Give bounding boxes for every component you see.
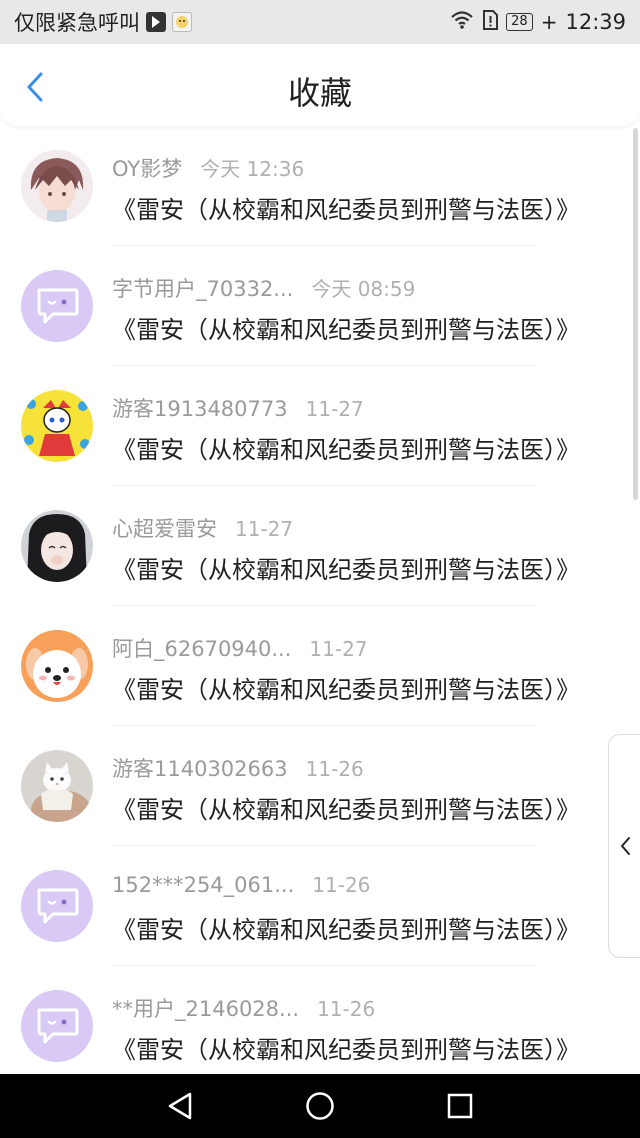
favorites-list[interactable]: OY影梦 今天 12:36 《雷安（从校霸和风纪委员到刑警与法医）》 字节用户_7…: [0, 126, 640, 1074]
story-excerpt[interactable]: 《雷安（从校霸和风纪委员到刑警与法医）》: [112, 670, 604, 705]
timestamp: 11-27: [235, 517, 294, 541]
username[interactable]: 阿白_62670940...: [112, 637, 291, 661]
story-excerpt[interactable]: 《雷安（从校霸和风纪委员到刑警与法医）》: [112, 1030, 604, 1065]
anime-boy-avatar[interactable]: [21, 150, 93, 222]
list-item[interactable]: 阿白_62670940... 11-27 《雷安（从校霸和风纪委员到刑警与法医）》: [0, 606, 640, 726]
scrollbar-thumb[interactable]: [633, 128, 638, 500]
story-excerpt[interactable]: 《雷安（从校霸和风纪委员到刑警与法医）》: [112, 550, 604, 585]
notification-app-icon: [146, 12, 166, 32]
carrier-text: 仅限紧急呼叫: [14, 11, 140, 35]
timestamp: 11-26: [317, 997, 376, 1021]
cartoon-girl-avatar[interactable]: [21, 390, 93, 462]
username[interactable]: 字节用户_70332...: [112, 277, 293, 301]
list-item[interactable]: 152***254_061... 11-26 《雷安（从校霸和风纪委员到刑警与法医…: [0, 846, 640, 966]
timestamp: 11-27: [309, 637, 368, 661]
timestamp: 11-26: [305, 757, 364, 781]
circle-home-icon: [306, 1092, 334, 1120]
default-chat-avatar[interactable]: [21, 990, 93, 1062]
username[interactable]: **用户_2146028...: [112, 997, 299, 1021]
list-item[interactable]: 心超爱雷安 11-27 《雷安（从校霸和风纪委员到刑警与法医）》: [0, 486, 640, 606]
nav-recents-button[interactable]: [440, 1086, 480, 1126]
item-meta: 字节用户_70332... 今天 08:59: [112, 273, 415, 303]
page-header: 收藏: [0, 44, 640, 126]
item-meta: OY影梦 今天 12:36: [112, 153, 304, 183]
story-excerpt[interactable]: 《雷安（从校霸和风纪委员到刑警与法医）》: [112, 790, 604, 825]
list-item[interactable]: 字节用户_70332... 今天 08:59 《雷安（从校霸和风纪委员到刑警与法医…: [0, 246, 640, 366]
list-item[interactable]: **用户_2146028... 11-26 《雷安（从校霸和风纪委员到刑警与法医）…: [0, 966, 640, 1074]
cat-photo-avatar[interactable]: [21, 750, 93, 822]
charging-plus-icon: +: [540, 10, 558, 34]
story-excerpt[interactable]: 《雷安（从校霸和风纪委员到刑警与法医）》: [112, 430, 604, 465]
default-chat-avatar[interactable]: [21, 870, 93, 942]
cute-puppy-avatar[interactable]: [21, 630, 93, 702]
item-meta: 心超爱雷安 11-27: [112, 513, 293, 543]
username[interactable]: 游客1140302663: [112, 757, 288, 781]
nav-back-button[interactable]: [160, 1086, 200, 1126]
notification-face-icon: [172, 12, 192, 32]
item-meta: 152***254_061... 11-26: [112, 873, 370, 897]
list-item[interactable]: 游客1913480773 11-27 《雷安（从校霸和风纪委员到刑警与法医）》: [0, 366, 640, 486]
timestamp: 11-26: [312, 873, 371, 897]
sim-alert-icon: [482, 9, 499, 35]
triangle-back-icon: [168, 1092, 192, 1120]
item-meta: 游客1140302663 11-26: [112, 753, 364, 783]
username[interactable]: OY影梦: [112, 157, 182, 181]
page-title: 收藏: [287, 74, 352, 112]
nav-home-button[interactable]: [300, 1086, 340, 1126]
story-excerpt[interactable]: 《雷安（从校霸和风纪委员到刑警与法医）》: [112, 190, 604, 225]
story-excerpt[interactable]: 《雷安（从校霸和风纪委员到刑警与法医）》: [112, 310, 604, 345]
list-item[interactable]: OY影梦 今天 12:36 《雷安（从校霸和风纪委员到刑警与法医）》: [0, 126, 640, 246]
side-drawer-tab[interactable]: [608, 734, 640, 958]
square-recents-icon: [447, 1093, 473, 1119]
username[interactable]: 152***254_061...: [112, 873, 294, 897]
system-nav-bar: [0, 1074, 640, 1138]
list-item[interactable]: 游客1140302663 11-26 《雷安（从校霸和风纪委员到刑警与法医）》: [0, 726, 640, 846]
dark-hair-girl-avatar[interactable]: [21, 510, 93, 582]
default-chat-avatar[interactable]: [21, 270, 93, 342]
chevron-left-icon: [620, 837, 630, 855]
timestamp: 今天 08:59: [311, 277, 416, 301]
battery-indicator: 28: [506, 13, 533, 31]
username[interactable]: 心超爱雷安: [112, 517, 217, 541]
timestamp: 今天 12:36: [200, 157, 305, 181]
wifi-icon: [450, 10, 474, 35]
status-time: 12:39: [565, 10, 626, 34]
item-meta: 阿白_62670940... 11-27: [112, 633, 368, 663]
item-meta: 游客1913480773 11-27: [112, 393, 364, 423]
story-excerpt[interactable]: 《雷安（从校霸和风纪委员到刑警与法医）》: [112, 910, 604, 945]
username[interactable]: 游客1913480773: [112, 397, 288, 421]
timestamp: 11-27: [305, 397, 364, 421]
status-bar: 仅限紧急呼叫 28 + 12:39: [0, 0, 640, 44]
item-meta: **用户_2146028... 11-26: [112, 993, 375, 1023]
